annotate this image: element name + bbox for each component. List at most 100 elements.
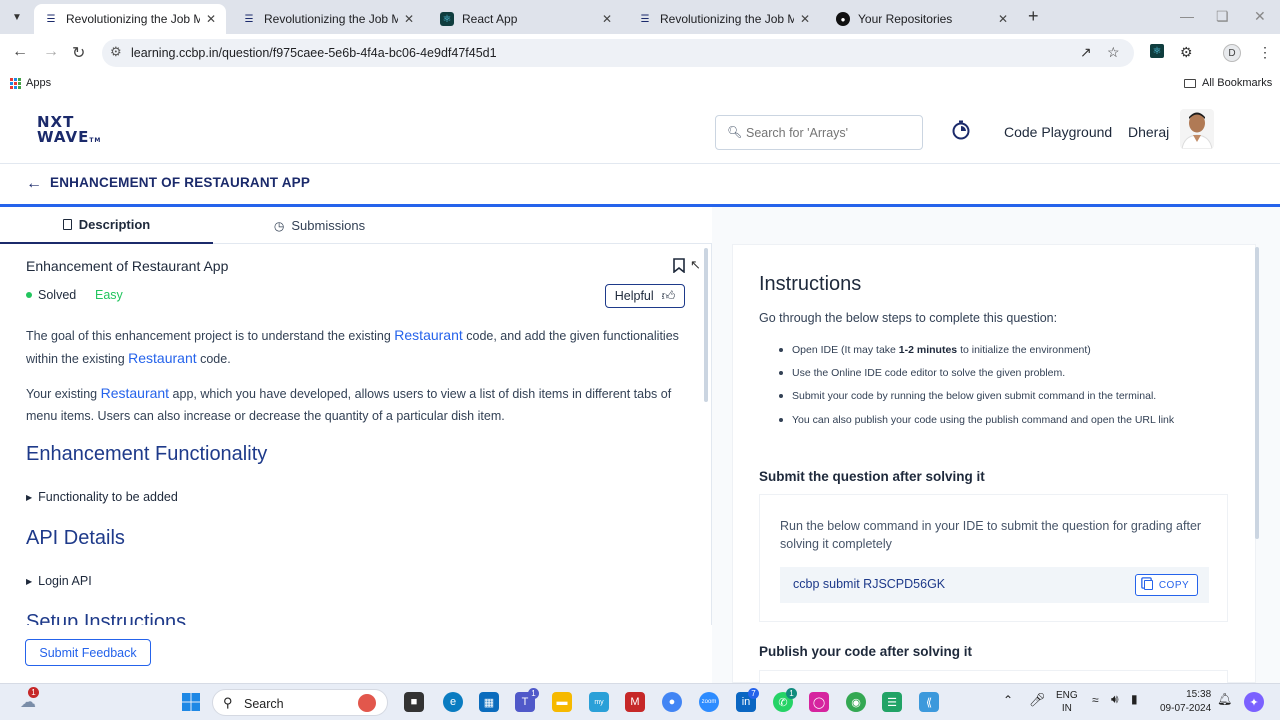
- all-bookmarks-label: All Bookmarks: [1202, 77, 1273, 89]
- highlight-text: Restaurant: [100, 385, 170, 401]
- wifi-icon[interactable]: ≈: [1092, 694, 1099, 707]
- code-playground-link[interactable]: Code Playground: [1004, 124, 1112, 140]
- search-icon: 🔍︎: [727, 125, 743, 139]
- text-run: to initialize the environment): [957, 343, 1091, 356]
- file-explorer-icon[interactable]: ▬: [552, 692, 572, 712]
- volume-icon[interactable]: 🔊︎: [1111, 693, 1119, 706]
- bullet: [779, 370, 783, 375]
- browser-tab-5[interactable]: ● Your Repositories ✕: [826, 4, 1018, 34]
- address-bar[interactable]: ⚙ learning.ccbp.in/question/f975caee-5e6…: [102, 39, 1134, 67]
- show-hidden-icons[interactable]: ⌃: [1003, 694, 1013, 707]
- back-arrow-icon[interactable]: ←: [26, 175, 42, 193]
- windows-taskbar: ☁ 1 ⚲ Search ■ e ▦ T 1 ▬ my M ● zoom in …: [0, 683, 1280, 720]
- close-tab-icon[interactable]: ✕: [800, 12, 810, 26]
- site-info-icon[interactable]: ⚙: [110, 44, 122, 60]
- edge-icon[interactable]: e: [443, 692, 463, 712]
- bookmark-icon[interactable]: [673, 258, 685, 276]
- command-line: ccbp submit RJSCPD56GK COPY: [780, 567, 1209, 603]
- search-box[interactable]: 🔍︎: [715, 115, 923, 150]
- browser-menu-icon[interactable]: ⋮: [1258, 44, 1272, 61]
- submit-feedback-button[interactable]: Submit Feedback: [25, 639, 151, 666]
- question-title: Enhancement of Restaurant App: [26, 258, 229, 274]
- bookmark-star-icon[interactable]: ☆: [1107, 44, 1120, 61]
- back-icon[interactable]: ←: [12, 43, 28, 61]
- close-window-icon[interactable]: ✕: [1254, 8, 1266, 25]
- browser-tab-1[interactable]: ☰ Revolutionizing the Job Market ✕: [34, 4, 226, 34]
- user-name[interactable]: Dheraj: [1128, 124, 1169, 140]
- description-scrollbar[interactable]: [704, 248, 708, 402]
- restore-icon[interactable]: ❏: [1216, 8, 1229, 25]
- start-icon[interactable]: [181, 692, 201, 712]
- new-tab-button[interactable]: +: [1028, 6, 1039, 27]
- close-tab-icon[interactable]: ✕: [602, 12, 612, 26]
- search-input[interactable]: [746, 124, 916, 142]
- mcafee-icon[interactable]: M: [625, 692, 645, 712]
- instagram-icon[interactable]: ◯: [809, 692, 829, 712]
- thumbs-up-icon: 👍︎: [661, 288, 676, 303]
- copy-button[interactable]: COPY: [1135, 574, 1198, 596]
- close-tab-icon[interactable]: ✕: [998, 12, 1008, 26]
- submit-command[interactable]: ccbp submit RJSCPD56GK: [793, 577, 945, 591]
- extensions-icon[interactable]: ⚙: [1180, 44, 1193, 61]
- tab-title: Your Repositories: [858, 12, 953, 26]
- region-code: IN: [1061, 703, 1072, 714]
- reload-icon[interactable]: ↻: [72, 43, 85, 63]
- instructions-scrollbar[interactable]: [1255, 247, 1259, 539]
- close-tab-icon[interactable]: ✕: [404, 12, 414, 26]
- clock-date: 09-07-2024: [1160, 703, 1212, 714]
- all-bookmarks-button[interactable]: All Bookmarks: [1184, 77, 1272, 89]
- apps-shortcut[interactable]: Apps: [10, 77, 51, 89]
- language-code: ENG: [1056, 690, 1078, 701]
- browser-tab-bar: ▼ ☰ Revolutionizing the Job Market ✕ ☰ R…: [0, 0, 1280, 34]
- store-icon[interactable]: ▦: [479, 692, 499, 712]
- copilot-icon[interactable]: ✦: [1244, 692, 1264, 712]
- clock-time: 15:38: [1186, 689, 1212, 700]
- text-run: code.: [196, 352, 231, 366]
- open-in-app-icon[interactable]: ↗: [1080, 44, 1092, 61]
- highlight-text: Restaurant: [394, 327, 463, 343]
- notifications-icon[interactable]: 🔔︎: [1217, 693, 1232, 706]
- intro-paragraph: The goal of this enhancement project is …: [26, 324, 690, 370]
- helpful-label: Helpful: [614, 289, 654, 303]
- login-api-summary[interactable]: ▶ Login API: [26, 574, 92, 588]
- stopwatch-icon[interactable]: [951, 120, 971, 140]
- language-indicator[interactable]: ENG IN: [1056, 689, 1078, 715]
- user-avatar[interactable]: [1180, 109, 1214, 149]
- description-panel: Enhancement of Restaurant App ↖ Solved E…: [0, 244, 712, 625]
- system-clock[interactable]: 15:38 09-07-2024: [1160, 688, 1211, 716]
- task-view-icon[interactable]: ■: [404, 692, 424, 712]
- nxtwave-logo[interactable]: NXT WAVETM: [37, 115, 101, 148]
- tab-submissions[interactable]: ◷ Submissions: [213, 207, 426, 244]
- list-item: Submit your code by running the below gi…: [779, 385, 1219, 408]
- tab-title: React App: [462, 12, 518, 26]
- profile-avatar[interactable]: D: [1223, 44, 1241, 62]
- logo-tm: TM: [89, 137, 102, 144]
- notes-icon[interactable]: ☰: [882, 692, 902, 712]
- taskbar-search[interactable]: ⚲ Search: [212, 689, 388, 716]
- browser-tab-4[interactable]: ☰ Revolutionizing the Job Market ✕: [628, 4, 820, 34]
- weather-badge: 1: [28, 687, 39, 698]
- clock-icon: ◷: [273, 218, 285, 233]
- chrome-icon[interactable]: ◉: [846, 692, 866, 712]
- zoom-icon[interactable]: zoom: [699, 692, 719, 712]
- close-tab-icon[interactable]: ✕: [206, 12, 216, 26]
- functionality-summary[interactable]: ▶ Functionality to be added: [26, 490, 178, 504]
- app-icon[interactable]: ●: [662, 692, 682, 712]
- tab-search-button[interactable]: ▼: [6, 7, 28, 27]
- browser-tab-3[interactable]: ⚛ React App ✕: [430, 4, 622, 34]
- minimize-icon[interactable]: —: [1180, 8, 1194, 24]
- forward-icon[interactable]: →: [43, 43, 59, 61]
- battery-icon[interactable]: ▮: [1131, 693, 1138, 706]
- publish-heading: Publish your code after solving it: [759, 644, 973, 659]
- list-item: You can also publish your code using the…: [779, 408, 1219, 431]
- helpful-button[interactable]: Helpful 👍︎: [605, 284, 685, 308]
- microphone-icon[interactable]: 🎤︎: [1029, 693, 1046, 706]
- summary-label: Functionality to be added: [38, 490, 178, 504]
- browser-tab-2[interactable]: ☰ Revolutionizing the Job Market ✕: [232, 4, 424, 34]
- react-devtools-extension-icon[interactable]: ⚛: [1150, 44, 1164, 58]
- url-text[interactable]: learning.ccbp.in/question/f975caee-5e6b-…: [131, 46, 497, 60]
- mysql-icon[interactable]: my: [589, 692, 609, 712]
- mouse-cursor-icon: ↖: [690, 257, 701, 272]
- tab-description[interactable]: Description: [0, 207, 213, 244]
- vscode-icon[interactable]: ⟪: [919, 692, 939, 712]
